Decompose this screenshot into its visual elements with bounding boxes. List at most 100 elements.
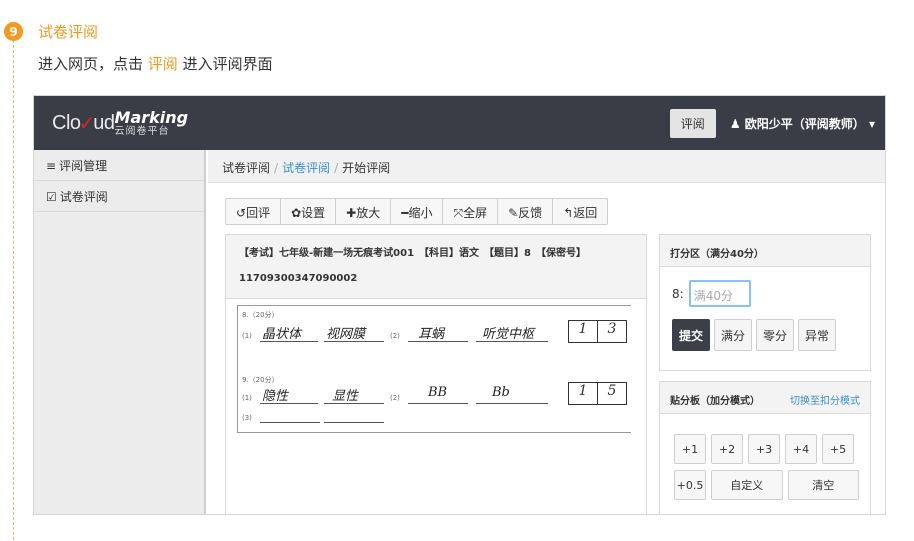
- paper-secret-id: 11709300347090002: [239, 273, 358, 284]
- feedback-button[interactable]: ✎反馈: [498, 199, 554, 224]
- score-box-q9: 15: [568, 382, 627, 405]
- desc-text-end: 进入评阅界面: [177, 55, 273, 73]
- switch-deduct-mode-link[interactable]: 切换至扣分模式: [790, 392, 860, 407]
- gear-icon: ✿: [291, 206, 302, 220]
- question-number: (2): [390, 332, 400, 340]
- zoom-in-button[interactable]: ✚放大: [336, 199, 392, 224]
- expand-icon: ⤧: [453, 206, 464, 220]
- score-input-row: 8: 满40分: [672, 280, 751, 307]
- breadcrumb-separator: /: [334, 161, 339, 175]
- sidebar-item-label: 评阅管理: [59, 159, 108, 173]
- add-3-button[interactable]: +3: [748, 434, 780, 464]
- breadcrumb-separator: /: [274, 161, 279, 175]
- edit-icon: ✎: [508, 206, 519, 220]
- review-button[interactable]: 评阅: [669, 108, 716, 138]
- handwritten-answer: 视网膜: [326, 327, 366, 342]
- user-icon: ♟: [729, 116, 741, 131]
- question-number: (3): [242, 414, 252, 422]
- clear-button[interactable]: 清空: [787, 470, 859, 500]
- handwritten-answer: BB: [428, 385, 448, 400]
- question-8-header: 8.（20分）: [242, 311, 279, 319]
- paste-board-title: 贴分板（加分模式）: [670, 396, 760, 407]
- tool-label: 设置: [301, 206, 326, 220]
- step-number-badge: 9: [4, 22, 23, 41]
- scoring-panel-title: 打分区（满分40分）: [660, 235, 870, 267]
- fullscreen-button[interactable]: ⤧全屏: [443, 199, 499, 224]
- zoom-out-button[interactable]: ━缩小: [391, 199, 444, 224]
- list-icon: ≡: [46, 159, 57, 173]
- handwritten-answer: Bb: [492, 385, 510, 400]
- back-review-button[interactable]: ↺回评: [226, 199, 282, 224]
- return-button[interactable]: ↰返回: [553, 199, 607, 224]
- paste-board-header: 贴分板（加分模式） 切换至扣分模式: [660, 382, 870, 414]
- full-score-button[interactable]: 满分: [714, 319, 752, 351]
- reply-icon: ↰: [563, 206, 574, 220]
- user-name: 欧阳少平（评阅教师）: [744, 116, 865, 131]
- handwritten-answer: 显性: [332, 389, 359, 404]
- scanned-answer-image: 8.（20分） (1) 晶状体 视网膜 (2) 耳蜗 听觉中枢 13 9.（20…: [237, 305, 631, 433]
- handwritten-answer: 听觉中枢: [482, 327, 535, 342]
- top-navbar: Cl o ✓ ud Marking 云阅卷平台 评阅 ♟ 欧阳少平（评阅教师） ▾: [34, 96, 885, 150]
- add-5-button[interactable]: +5: [822, 434, 854, 464]
- answer-line: [260, 403, 318, 404]
- guide-line: [13, 40, 14, 540]
- answer-line: [260, 422, 320, 423]
- answer-line: [408, 403, 468, 404]
- breadcrumb: 试卷评阅 / 试卷评阅 / 开始评阅: [208, 150, 885, 183]
- answer-line: [408, 341, 468, 342]
- add-2-button[interactable]: +2: [711, 434, 743, 464]
- answer-line: [324, 403, 384, 404]
- main-content: 试卷评阅 / 试卷评阅 / 开始评阅 ↺回评 ✿设置 ✚放大 ━缩小 ⤧全屏 ✎反馈 ↰…: [208, 150, 885, 514]
- sidebar-item-review-management[interactable]: ≡ 评阅管理: [34, 150, 204, 181]
- score-digit: 5: [607, 383, 617, 399]
- logo-text-cl: Cl: [52, 111, 70, 134]
- sidebar-item-paper-review[interactable]: ☑ 试卷评阅: [34, 181, 204, 212]
- sidebar: ≡ 评阅管理 ☑ 试卷评阅: [34, 150, 206, 514]
- add-half-button[interactable]: +0.5: [674, 470, 706, 500]
- submit-button[interactable]: 提交: [672, 319, 710, 351]
- score-digit: 3: [607, 321, 617, 337]
- logo-right: Marking 云阅卷平台: [114, 109, 189, 137]
- score-input[interactable]: 满40分: [688, 280, 751, 307]
- answer-line: [476, 341, 548, 342]
- step-title: 试卷评阅: [38, 23, 99, 41]
- scoring-panel: 打分区（满分40分） 8: 满40分 提交 满分 零分 异常: [659, 234, 871, 371]
- user-menu[interactable]: ♟ 欧阳少平（评阅教师） ▾: [730, 115, 875, 132]
- custom-button[interactable]: 自定义: [711, 470, 783, 500]
- paper-info-header: 【考试】七年级-新建一场无痕考试001 【科目】语文 【题目】8 【保密号】 1…: [226, 235, 646, 299]
- logo-subtitle: 云阅卷平台: [114, 125, 170, 137]
- score-paste-board: 贴分板（加分模式） 切换至扣分模式 +1 +2 +3 +4 +5 +0.5 自定…: [659, 381, 871, 514]
- logo-text-ud: ud: [93, 111, 115, 134]
- zero-score-button[interactable]: 零分: [756, 319, 794, 351]
- handwritten-answer: 晶状体: [262, 327, 302, 342]
- review-toolbar: ↺回评 ✿设置 ✚放大 ━缩小 ⤧全屏 ✎反馈 ↰返回: [225, 198, 609, 225]
- settings-button[interactable]: ✿设置: [281, 199, 337, 224]
- answer-line: [324, 422, 384, 423]
- add-4-button[interactable]: +4: [785, 434, 817, 464]
- desc-text: 进入网页，点击: [38, 55, 148, 73]
- breadcrumb-item-root: 试卷评阅: [222, 161, 271, 175]
- handwritten-answer: 隐性: [262, 389, 289, 404]
- checkbox-icon: ☑: [46, 190, 57, 204]
- abnormal-button[interactable]: 异常: [798, 319, 836, 351]
- answer-line: [260, 341, 318, 342]
- question-number: (1): [242, 332, 252, 340]
- step-description: 进入网页，点击 评阅 进入评阅界面: [38, 53, 273, 74]
- handwritten-answer: 耳蜗: [418, 327, 445, 342]
- question-number: (2): [390, 394, 400, 402]
- tool-label: 缩小: [408, 206, 433, 220]
- caret-down-icon: ▾: [868, 116, 875, 131]
- paper-exam-info: 【考试】七年级-新建一场无痕考试001 【科目】语文 【题目】8 【保密号】: [239, 248, 586, 259]
- score-box-q8: 13: [568, 320, 627, 343]
- tool-label: 回评: [246, 206, 271, 220]
- add-1-button[interactable]: +1: [674, 434, 706, 464]
- paste-row: +0.5 自定义 清空: [674, 470, 864, 500]
- answer-line: [324, 341, 384, 342]
- navbar-right: 评阅 ♟ 欧阳少平（评阅教师） ▾: [669, 108, 875, 138]
- undo-icon: ↺: [236, 206, 247, 220]
- answer-line: [476, 403, 548, 404]
- breadcrumb-item-link[interactable]: 试卷评阅: [282, 161, 330, 175]
- desc-highlight: 评阅: [147, 55, 178, 73]
- cloudmarking-logo[interactable]: Cl o ✓ ud Marking 云阅卷平台: [52, 109, 189, 137]
- tool-label: 返回: [573, 206, 598, 220]
